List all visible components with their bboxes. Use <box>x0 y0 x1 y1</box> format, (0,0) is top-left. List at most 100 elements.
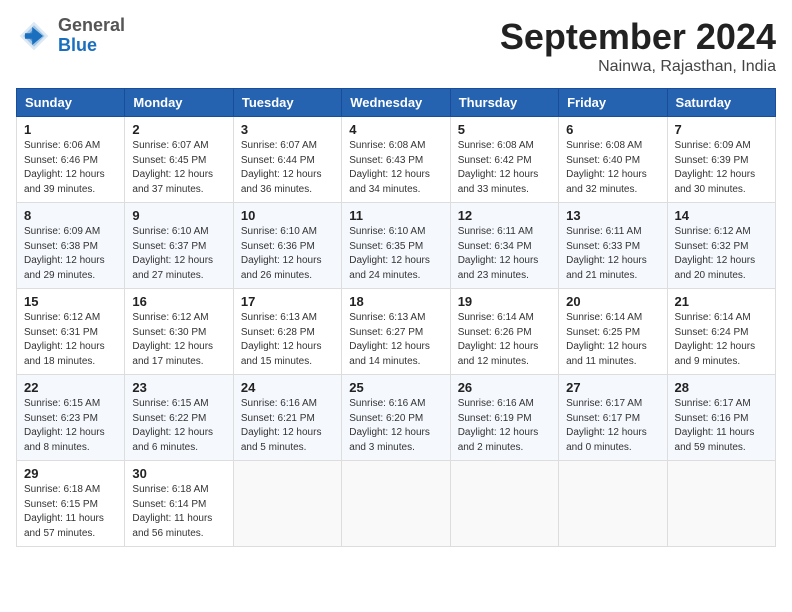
calendar-table: SundayMondayTuesdayWednesdayThursdayFrid… <box>16 88 776 547</box>
calendar-cell: 10 Sunrise: 6:10 AM Sunset: 6:36 PM Dayli… <box>233 203 341 289</box>
day-number: 16 <box>132 294 225 309</box>
day-number: 19 <box>458 294 551 309</box>
day-number: 23 <box>132 380 225 395</box>
day-number: 22 <box>24 380 117 395</box>
calendar-cell: 21Sunrise: 6:14 AM Sunset: 6:24 PM Dayli… <box>667 289 775 375</box>
calendar-week-row: 29Sunrise: 6:18 AM Sunset: 6:15 PM Dayli… <box>17 461 776 547</box>
day-number: 12 <box>458 208 551 223</box>
day-info: Sunrise: 6:11 AM Sunset: 6:34 PM Dayligh… <box>458 225 551 283</box>
col-header-thursday: Thursday <box>450 89 558 117</box>
day-info: Sunrise: 6:10 AM Sunset: 6:37 PM Dayligh… <box>132 225 225 283</box>
day-number: 13 <box>566 208 659 223</box>
day-number: 27 <box>566 380 659 395</box>
calendar-cell: 22 Sunrise: 6:15 AM Sunset: 6:23 PM Dayli… <box>17 375 125 461</box>
day-info: Sunrise: 6:07 AM Sunset: 6:45 PM Dayligh… <box>132 139 225 197</box>
calendar-cell <box>559 461 667 547</box>
calendar-week-row: 15 Sunrise: 6:12 AM Sunset: 6:31 PM Dayli… <box>17 289 776 375</box>
location: Nainwa, Rajasthan, India <box>500 58 776 76</box>
day-number: 11 <box>349 208 442 223</box>
day-number: 15 <box>24 294 117 309</box>
calendar-cell: 1 Sunrise: 6:06 AM Sunset: 6:46 PM Daylig… <box>17 117 125 203</box>
day-info: Sunrise: 6:11 AM Sunset: 6:33 PM Dayligh… <box>566 225 659 283</box>
day-info: Sunrise: 6:13 AM Sunset: 6:28 PM Dayligh… <box>241 311 334 369</box>
calendar-cell: 25 Sunrise: 6:16 AM Sunset: 6:20 PM Dayli… <box>342 375 450 461</box>
day-info: Sunrise: 6:12 AM Sunset: 6:31 PM Dayligh… <box>24 311 117 369</box>
calendar-cell: 6 Sunrise: 6:08 AM Sunset: 6:40 PM Daylig… <box>559 117 667 203</box>
calendar-cell: 5Sunrise: 6:08 AM Sunset: 6:42 PM Daylig… <box>450 117 558 203</box>
calendar-cell: 12 Sunrise: 6:11 AM Sunset: 6:34 PM Dayli… <box>450 203 558 289</box>
calendar-cell <box>667 461 775 547</box>
calendar-cell: 27Sunrise: 6:17 AM Sunset: 6:17 PM Dayli… <box>559 375 667 461</box>
day-number: 7 <box>675 122 768 137</box>
logo-text: General Blue <box>58 16 125 56</box>
day-info: Sunrise: 6:10 AM Sunset: 6:36 PM Dayligh… <box>241 225 334 283</box>
day-number: 5 <box>458 122 551 137</box>
day-number: 1 <box>24 122 117 137</box>
day-number: 30 <box>132 466 225 481</box>
day-info: Sunrise: 6:16 AM Sunset: 6:20 PM Dayligh… <box>349 397 442 455</box>
calendar-cell: 13 Sunrise: 6:11 AM Sunset: 6:33 PM Dayli… <box>559 203 667 289</box>
day-number: 9 <box>132 208 225 223</box>
day-info: Sunrise: 6:07 AM Sunset: 6:44 PM Dayligh… <box>241 139 334 197</box>
col-header-tuesday: Tuesday <box>233 89 341 117</box>
day-number: 4 <box>349 122 442 137</box>
day-number: 18 <box>349 294 442 309</box>
calendar-cell: 17 Sunrise: 6:13 AM Sunset: 6:28 PM Dayli… <box>233 289 341 375</box>
day-number: 21 <box>675 294 768 309</box>
calendar-cell <box>342 461 450 547</box>
day-info: Sunrise: 6:06 AM Sunset: 6:46 PM Dayligh… <box>24 139 117 197</box>
day-number: 17 <box>241 294 334 309</box>
calendar-cell: 14 Sunrise: 6:12 AM Sunset: 6:32 PM Dayli… <box>667 203 775 289</box>
day-info: Sunrise: 6:18 AM Sunset: 6:14 PM Dayligh… <box>132 483 225 541</box>
day-number: 28 <box>675 380 768 395</box>
calendar-cell: 4Sunrise: 6:08 AM Sunset: 6:43 PM Daylig… <box>342 117 450 203</box>
day-number: 29 <box>24 466 117 481</box>
calendar-cell: 8 Sunrise: 6:09 AM Sunset: 6:38 PM Daylig… <box>17 203 125 289</box>
day-info: Sunrise: 6:13 AM Sunset: 6:27 PM Dayligh… <box>349 311 442 369</box>
calendar-cell <box>450 461 558 547</box>
calendar-cell: 9 Sunrise: 6:10 AM Sunset: 6:37 PM Daylig… <box>125 203 233 289</box>
calendar-cell: 19 Sunrise: 6:14 AM Sunset: 6:26 PM Dayli… <box>450 289 558 375</box>
day-number: 6 <box>566 122 659 137</box>
col-header-monday: Monday <box>125 89 233 117</box>
day-info: Sunrise: 6:09 AM Sunset: 6:39 PM Dayligh… <box>675 139 768 197</box>
logo: General Blue <box>16 16 125 56</box>
day-number: 2 <box>132 122 225 137</box>
day-info: Sunrise: 6:12 AM Sunset: 6:32 PM Dayligh… <box>675 225 768 283</box>
calendar-header-row: SundayMondayTuesdayWednesdayThursdayFrid… <box>17 89 776 117</box>
calendar-cell: 20 Sunrise: 6:14 AM Sunset: 6:25 PM Dayli… <box>559 289 667 375</box>
day-info: Sunrise: 6:10 AM Sunset: 6:35 PM Dayligh… <box>349 225 442 283</box>
calendar-cell: 16Sunrise: 6:12 AM Sunset: 6:30 PM Dayli… <box>125 289 233 375</box>
calendar-week-row: 1 Sunrise: 6:06 AM Sunset: 6:46 PM Daylig… <box>17 117 776 203</box>
calendar-cell: 23 Sunrise: 6:15 AM Sunset: 6:22 PM Dayli… <box>125 375 233 461</box>
day-info: Sunrise: 6:14 AM Sunset: 6:25 PM Dayligh… <box>566 311 659 369</box>
day-number: 24 <box>241 380 334 395</box>
calendar-cell: 24Sunrise: 6:16 AM Sunset: 6:21 PM Dayli… <box>233 375 341 461</box>
page-header: General Blue September 2024 Nainwa, Raja… <box>16 16 776 76</box>
day-info: Sunrise: 6:08 AM Sunset: 6:40 PM Dayligh… <box>566 139 659 197</box>
day-info: Sunrise: 6:09 AM Sunset: 6:38 PM Dayligh… <box>24 225 117 283</box>
calendar-cell: 18 Sunrise: 6:13 AM Sunset: 6:27 PM Dayli… <box>342 289 450 375</box>
col-header-wednesday: Wednesday <box>342 89 450 117</box>
calendar-cell: 15 Sunrise: 6:12 AM Sunset: 6:31 PM Dayli… <box>17 289 125 375</box>
day-number: 3 <box>241 122 334 137</box>
calendar-week-row: 22 Sunrise: 6:15 AM Sunset: 6:23 PM Dayli… <box>17 375 776 461</box>
day-number: 20 <box>566 294 659 309</box>
calendar-cell: 29Sunrise: 6:18 AM Sunset: 6:15 PM Dayli… <box>17 461 125 547</box>
calendar-cell <box>233 461 341 547</box>
day-number: 26 <box>458 380 551 395</box>
logo-icon <box>16 18 52 54</box>
day-number: 10 <box>241 208 334 223</box>
logo-general: General <box>58 16 125 36</box>
day-info: Sunrise: 6:14 AM Sunset: 6:26 PM Dayligh… <box>458 311 551 369</box>
calendar-week-row: 8 Sunrise: 6:09 AM Sunset: 6:38 PM Daylig… <box>17 203 776 289</box>
col-header-saturday: Saturday <box>667 89 775 117</box>
day-info: Sunrise: 6:15 AM Sunset: 6:22 PM Dayligh… <box>132 397 225 455</box>
title-block: September 2024 Nainwa, Rajasthan, India <box>500 16 776 76</box>
day-info: Sunrise: 6:15 AM Sunset: 6:23 PM Dayligh… <box>24 397 117 455</box>
day-number: 14 <box>675 208 768 223</box>
calendar-cell: 26Sunrise: 6:16 AM Sunset: 6:19 PM Dayli… <box>450 375 558 461</box>
logo-blue: Blue <box>58 36 125 56</box>
day-number: 25 <box>349 380 442 395</box>
day-number: 8 <box>24 208 117 223</box>
